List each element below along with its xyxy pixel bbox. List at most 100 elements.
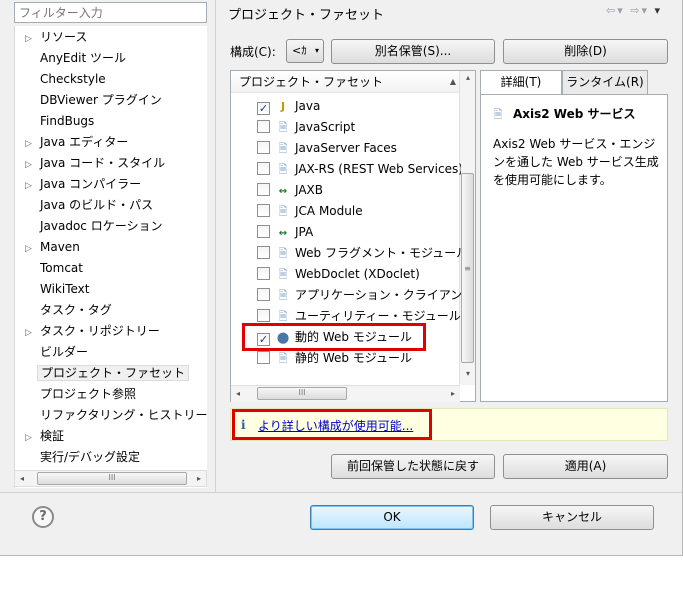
expand-arrow-icon[interactable]: ▷ — [25, 428, 37, 448]
expand-arrow-icon[interactable]: ▷ — [25, 176, 37, 196]
highlight-box-dynamic-web — [242, 323, 426, 351]
tree-item-label: タスク・リポジトリー — [40, 324, 160, 338]
expand-arrow-icon[interactable]: ▷ — [25, 29, 37, 49]
tree-item[interactable]: ▷ リソース — [15, 27, 87, 47]
tree-item[interactable]: プロジェクト・ファセット — [15, 363, 190, 383]
facet-row[interactable]: ↔ JPA — [257, 222, 461, 242]
facets-horizontal-scrollbar[interactable]: ◂ III ▸ — [231, 385, 460, 402]
scroll-down-icon[interactable]: ▾ — [460, 369, 476, 383]
tree-item[interactable]: Java のビルド・パス — [15, 195, 153, 215]
tree-item[interactable]: Tomcat — [15, 258, 83, 278]
facet-checkbox[interactable] — [257, 288, 270, 301]
facet-label: Web フラグメント・モジュール — [295, 246, 461, 260]
tree-item-label: Javadoc ロケーション — [40, 219, 163, 233]
scroll-thumb[interactable]: III — [37, 472, 187, 485]
scroll-thumb[interactable]: ≡ — [461, 173, 474, 363]
scroll-right-icon[interactable]: ▸ — [192, 471, 206, 486]
tree-item[interactable]: Javadoc ロケーション — [15, 216, 162, 236]
facet-checkbox[interactable] — [257, 120, 270, 133]
facet-row[interactable]: ↔ JAXB — [257, 180, 461, 200]
tree-item-label: Tomcat — [40, 261, 83, 275]
facet-checkbox[interactable] — [257, 267, 270, 280]
facet-row[interactable]: ✓ J Java — [257, 96, 461, 116]
facet-label: JAXB — [295, 183, 323, 197]
tree-item[interactable]: ▷ 検証 — [15, 426, 64, 446]
tree-item[interactable]: ビルダー — [15, 342, 88, 362]
tree-item[interactable]: WikiText — [15, 279, 90, 299]
tree-item[interactable]: ▷ タスク・リポジトリー — [15, 321, 160, 341]
back-arrow-icon[interactable]: ⇦ — [606, 4, 617, 17]
tree-item[interactable]: AnyEdit ツール — [15, 48, 126, 68]
scroll-right-icon[interactable]: ▸ — [446, 386, 460, 401]
facet-checkbox[interactable] — [257, 246, 270, 259]
facet-checkbox[interactable] — [257, 162, 270, 175]
facet-checkbox[interactable] — [257, 204, 270, 217]
properties-dialog: ▷リソースAnyEdit ツールCheckstyleDBViewer プラグイン… — [0, 0, 683, 556]
facet-row[interactable]: 🗎 JavaServer Faces — [257, 138, 461, 158]
detail-title: 🗎 Axis2 Web サービス — [491, 105, 636, 125]
facets-table: プロジェクト・ファセット ▲ ▴ ≡ ▾ ◂ III ▸ ✓ J Java 🗎 Java… — [230, 70, 476, 402]
save-as-button[interactable]: 別名保管(S)... — [331, 39, 495, 64]
view-menu-icon[interactable]: ▾ — [654, 4, 662, 17]
facet-checkbox[interactable] — [257, 225, 270, 238]
facet-checkbox[interactable] — [257, 141, 270, 154]
document-icon: 🗎 — [278, 142, 288, 155]
facet-checkbox[interactable] — [257, 351, 270, 364]
cancel-button[interactable]: キャンセル — [490, 505, 654, 530]
tree-item-label: リソース — [40, 30, 88, 44]
tree-item[interactable]: DBViewer プラグイン — [15, 90, 162, 110]
config-combo[interactable]: <ｶ ▾ — [286, 39, 324, 63]
scroll-thumb[interactable]: III — [257, 387, 347, 400]
tree-item-label: プロジェクト参照 — [40, 387, 137, 401]
facet-row[interactable]: 🗎 静的 Web モジュール — [257, 348, 461, 368]
tree-item[interactable]: ▷ Java コード・スタイル — [15, 153, 165, 173]
tree-item-label: Java エディター — [40, 135, 129, 149]
forward-arrow-icon[interactable]: ⇨ — [630, 4, 641, 17]
pane-sash[interactable] — [215, 0, 216, 492]
tree-horizontal-scrollbar[interactable]: ◂ III ▸ — [14, 470, 207, 487]
facets-column-header[interactable]: プロジェクト・ファセット ▲ — [231, 71, 460, 93]
scroll-left-icon[interactable]: ◂ — [15, 471, 29, 486]
expand-arrow-icon[interactable]: ▷ — [25, 239, 37, 259]
facet-row[interactable]: 🗎 JAX-RS (REST Web Services) — [257, 159, 461, 179]
expand-arrow-icon[interactable]: ▷ — [25, 134, 37, 154]
facet-row[interactable]: 🗎 JCA Module — [257, 201, 461, 221]
expand-arrow-icon[interactable]: ▷ — [25, 155, 37, 175]
tree-item-label: DBViewer プラグイン — [40, 93, 162, 107]
highlight-box-info-link — [232, 409, 432, 440]
tree-item[interactable]: 実行/デバッグ設定 — [15, 447, 140, 467]
facet-row[interactable]: 🗎 WebDoclet (XDoclet) — [257, 264, 461, 284]
facet-checkbox-checked[interactable]: ✓ — [257, 102, 270, 115]
facet-row[interactable]: 🗎 Web フラグメント・モジュール — [257, 243, 461, 263]
facet-checkbox[interactable] — [257, 183, 270, 196]
tree-item[interactable]: ▷ Java エディター — [15, 132, 128, 152]
facet-label: アプリケーション・クライアント — [295, 288, 461, 302]
facet-row[interactable]: 🗎 JavaScript — [257, 117, 461, 137]
tree-item[interactable]: FindBugs — [15, 111, 94, 131]
facet-row[interactable]: 🗎 アプリケーション・クライアント — [257, 285, 461, 305]
restore-defaults-button[interactable]: 前回保管した状態に戻す — [331, 454, 495, 479]
scroll-up-icon[interactable]: ▴ — [460, 73, 476, 87]
filter-input[interactable] — [14, 2, 207, 23]
ok-button[interactable]: OK — [310, 505, 474, 530]
facet-checkbox[interactable] — [257, 309, 270, 322]
tree-item[interactable]: ▷ Maven — [15, 237, 80, 257]
tree-item[interactable]: ▷ Java コンパイラー — [15, 174, 141, 194]
document-icon: 🗎 — [493, 108, 503, 121]
tab-runtime[interactable]: ランタイム(R) — [562, 70, 648, 94]
help-icon[interactable]: ? — [32, 506, 54, 528]
scroll-left-icon[interactable]: ◂ — [231, 386, 245, 401]
page-title: プロジェクト・ファセット — [228, 8, 385, 23]
apply-button[interactable]: 適用(A) — [503, 454, 668, 479]
tree-item[interactable]: Checkstyle — [15, 69, 106, 89]
delete-button[interactable]: 削除(D) — [503, 39, 668, 64]
tree-item[interactable]: リファクタリング・ヒストリー — [15, 405, 208, 425]
tree-item[interactable]: プロジェクト参照 — [15, 384, 136, 404]
tab-details[interactable]: 詳細(T) — [480, 70, 562, 95]
facets-vertical-scrollbar[interactable]: ▴ ≡ ▾ — [459, 71, 475, 385]
forward-dropdown-icon[interactable]: ▾ — [641, 4, 649, 17]
back-dropdown-icon[interactable]: ▾ — [617, 4, 625, 17]
facet-label: WebDoclet (XDoclet) — [295, 267, 420, 281]
tree-item[interactable]: タスク・タグ — [15, 300, 112, 320]
expand-arrow-icon[interactable]: ▷ — [25, 323, 37, 343]
